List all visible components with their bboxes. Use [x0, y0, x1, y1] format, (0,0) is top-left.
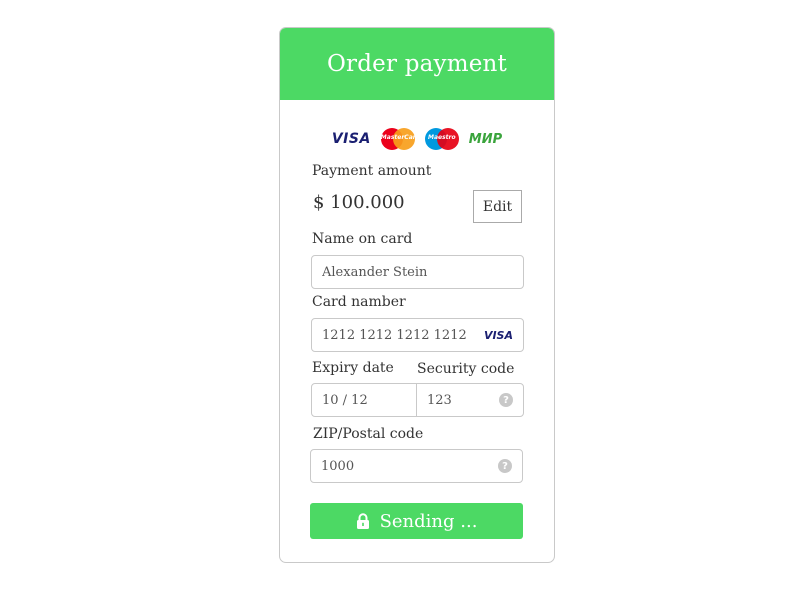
card-number-label: Card namber — [312, 294, 406, 310]
zip-input[interactable] — [321, 458, 498, 474]
payment-amount-label: Payment amount — [312, 163, 432, 179]
mir-logo-icon: МИР — [468, 131, 503, 147]
visa-icon: VISA — [483, 328, 513, 342]
expiry-security-group: ? — [311, 383, 524, 417]
card-number-field: VISA — [311, 318, 524, 352]
page-title: Order payment — [327, 51, 507, 77]
lock-icon — [356, 513, 369, 529]
expiry-date-label: Expiry date — [312, 360, 394, 376]
card-header: Order payment — [280, 28, 554, 100]
edit-amount-button[interactable]: Edit — [473, 190, 522, 223]
expiry-date-input[interactable] — [322, 392, 406, 408]
name-on-card-field — [311, 255, 524, 289]
submit-button-label: Sending ... — [379, 510, 478, 532]
submit-button[interactable]: Sending ... — [310, 503, 523, 539]
visa-logo-icon: VISA — [331, 131, 371, 147]
name-on-card-label: Name on card — [312, 231, 413, 247]
help-icon[interactable]: ? — [499, 393, 513, 407]
zip-field: ? — [310, 449, 523, 483]
expiry-date-field — [312, 384, 417, 416]
maestro-logo-icon: Maestro — [424, 128, 459, 150]
security-code-input[interactable] — [427, 392, 499, 408]
mastercard-logo-icon: MasterCard — [380, 128, 420, 150]
security-code-field: ? — [417, 384, 523, 416]
zip-label: ZIP/Postal code — [313, 426, 424, 442]
card-number-input[interactable] — [322, 327, 484, 343]
card-brands: VISA MasterCard Maestro МИР — [280, 128, 554, 150]
security-code-label: Security code — [417, 361, 515, 377]
mastercard-logo-text: MasterCard — [380, 134, 420, 141]
name-on-card-input[interactable] — [322, 264, 513, 280]
payment-card: Order payment VISA MasterCard Maestro МИ… — [279, 27, 555, 563]
payment-amount-value: $ 100.000 — [313, 192, 405, 213]
help-icon[interactable]: ? — [498, 459, 512, 473]
maestro-logo-text: Maestro — [427, 134, 456, 141]
